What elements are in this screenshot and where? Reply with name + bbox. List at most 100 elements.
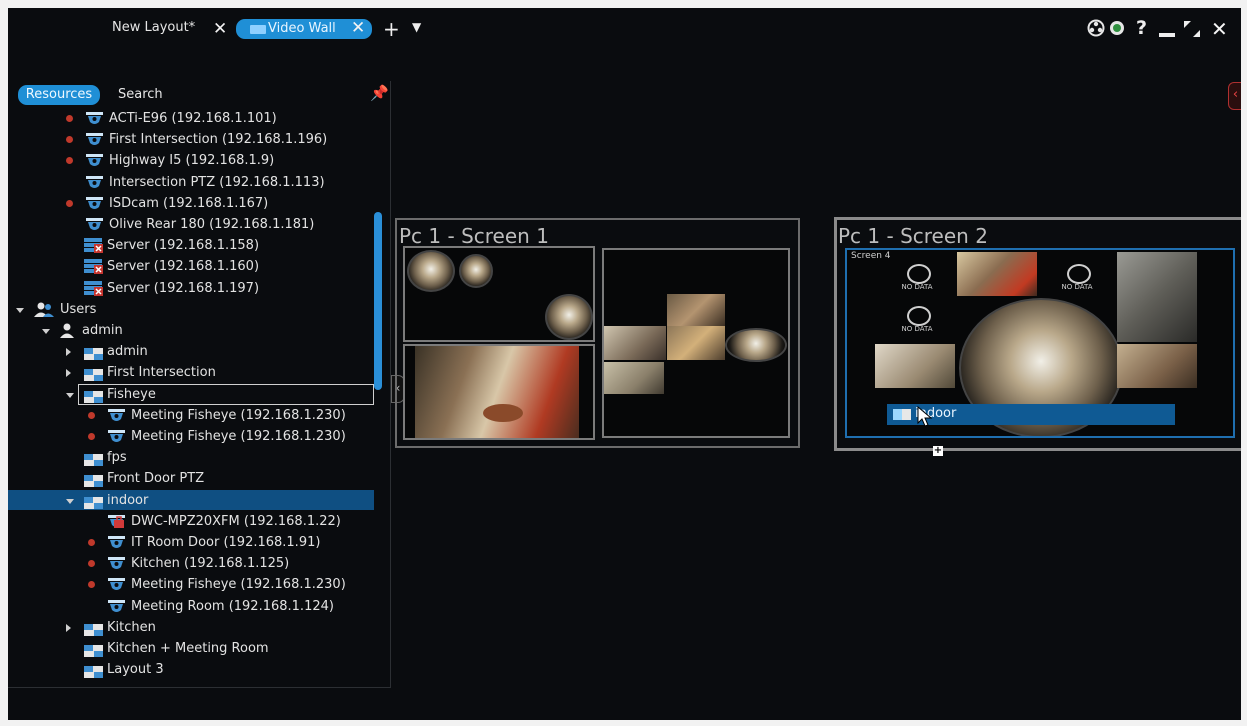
tree-item[interactable]: Olive Rear 180 (192.168.1.181)	[8, 214, 374, 235]
tree-item[interactable]: Server (192.168.1.197)	[8, 278, 374, 299]
drag-add-icon: +	[933, 445, 943, 456]
tree-item[interactable]: fps	[8, 447, 374, 468]
screen-item-layout[interactable]: Screen 4 NO DATA NO DATA NO DATA indoor	[845, 248, 1235, 438]
close-icon[interactable]: ✕	[1211, 17, 1228, 41]
settings-icon[interactable]	[1087, 19, 1105, 37]
fullscreen-icon[interactable]	[1183, 20, 1201, 38]
right-panel-toggle-icon[interactable]: ‹	[1228, 82, 1241, 110]
tab-search[interactable]: Search	[118, 87, 163, 102]
tree-item-label: Front Door PTZ	[107, 471, 205, 487]
layout-icon	[84, 664, 103, 685]
tree-item-label: Server (192.168.1.197)	[107, 280, 260, 296]
tree-item[interactable]: indoor	[8, 489, 374, 510]
help-icon[interactable]: ?	[1136, 17, 1147, 39]
tree-item-label: Kitchen + Meeting Room	[107, 641, 269, 656]
no-data-icon	[1067, 264, 1091, 284]
tree-item[interactable]: Users	[8, 299, 374, 320]
collapse-arrow-icon[interactable]	[66, 369, 71, 378]
tab-resources[interactable]: Resources	[18, 85, 100, 105]
cursor-icon	[917, 406, 933, 427]
tree-item[interactable]: DWC-MPZ20XFM (192.168.1.22)	[8, 511, 374, 532]
tab-label: Resources	[25, 87, 93, 102]
tree-item[interactable]: Kitchen (192.168.1.125)	[8, 553, 374, 574]
tree-item[interactable]: admin	[8, 320, 374, 341]
tree-item[interactable]: First Intersection	[8, 362, 374, 383]
pin-icon[interactable]: 📌	[370, 84, 389, 102]
tree-item-label: First Intersection (192.168.1.196)	[109, 132, 328, 148]
screen-item-indoor[interactable]	[602, 248, 790, 438]
tree-item[interactable]: Meeting Fisheye (192.168.1.230)	[8, 405, 374, 426]
tree-item[interactable]: First Intersection (192.168.1.196)	[8, 129, 374, 150]
tree-item-label: Meeting Fisheye (192.168.1.230)	[131, 407, 346, 423]
status-dot	[88, 560, 95, 568]
screen-title: Pc 1 - Screen 2	[838, 224, 988, 248]
tree-item-label: Server (192.168.1.158)	[107, 238, 260, 254]
tab-label: New Layout*	[112, 20, 196, 35]
tree-item-label: Server (192.168.1.160)	[107, 259, 260, 275]
screen-item-meeting-room[interactable]	[403, 344, 595, 440]
collapse-arrow-icon[interactable]	[66, 623, 71, 632]
notifications-icon[interactable]	[1109, 20, 1125, 36]
screen-item-fisheye[interactable]	[403, 246, 595, 342]
tab-close-icon[interactable]: ✕	[213, 21, 227, 38]
tree-item[interactable]: Meeting Room (192.168.1.124)	[8, 596, 374, 617]
tree-item-label: Meeting Fisheye (192.168.1.230)	[131, 429, 346, 444]
resource-tree: ACTi-E96 (192.168.1.101) First Intersecti…	[8, 108, 374, 684]
tree-item[interactable]: IT Room Door (192.168.1.91)	[8, 532, 374, 553]
tree-item-label: admin	[82, 323, 123, 338]
tab-list-dropdown-icon[interactable]: ▼	[412, 20, 421, 34]
status-dot	[66, 157, 73, 165]
tree-item-label: Olive Rear 180 (192.168.1.181)	[109, 217, 315, 232]
tree-item[interactable]: Kitchen	[8, 617, 374, 638]
tree-item[interactable]: ISDcam (192.168.1.167)	[8, 193, 374, 214]
status-dot	[88, 433, 95, 440]
tab-video-wall[interactable]: Video Wall ✕	[236, 19, 372, 39]
no-data-label: NO DATA	[1061, 283, 1093, 291]
tree-scrollbar[interactable]	[374, 212, 382, 390]
tree-item-label: Kitchen	[107, 619, 156, 635]
minimize-icon[interactable]	[1159, 33, 1175, 37]
video-wall-screen-2[interactable]: Pc 1 - Screen 2 i Screen 4 NO DATA NO DA…	[834, 217, 1241, 456]
status-dot	[88, 539, 95, 546]
video-wall-screen-1[interactable]: Pc 1 - Screen 1	[395, 218, 800, 448]
expand-arrow-icon[interactable]	[66, 498, 74, 504]
app-window: New Layout* ✕ Video Wall ✕ + ▼ ? ✕ ‹ Res…	[8, 8, 1241, 720]
tree-item-label: First Intersection	[107, 365, 216, 381]
video-wall-tab-icon	[250, 25, 266, 34]
window-controls: ? ✕	[1087, 17, 1237, 41]
status-dot	[66, 115, 73, 122]
tree-item[interactable]: Front Door PTZ	[8, 468, 374, 489]
tree-item[interactable]: Meeting Fisheye (192.168.1.230)	[8, 426, 374, 447]
status-dot	[88, 581, 95, 589]
tree-item[interactable]: admin	[8, 341, 374, 362]
tree-item-label: Meeting Room (192.168.1.124)	[131, 598, 334, 614]
tree-item[interactable]: Layout 3	[8, 659, 374, 680]
tree-item[interactable]: Intersection PTZ (192.168.1.113)	[8, 172, 374, 193]
tree-item-label: Fisheye	[107, 386, 156, 402]
tree-item[interactable]: ACTi-E96 (192.168.1.101)	[8, 108, 374, 129]
tree-item[interactable]: Fisheye	[66, 383, 374, 405]
tree-item-label: ACTi-E96 (192.168.1.101)	[109, 111, 277, 126]
tree-item[interactable]: Server (192.168.1.158)	[8, 235, 374, 256]
tree-item[interactable]: Meeting Fisheye (192.168.1.230)	[8, 574, 374, 595]
tree-item-label: Kitchen (192.168.1.125)	[131, 556, 290, 572]
expand-arrow-icon[interactable]	[16, 307, 24, 313]
tree-item-label: Intersection PTZ (192.168.1.113)	[109, 174, 325, 190]
tree-item-label: ISDcam (192.168.1.167)	[109, 195, 269, 211]
tree-item-label: IT Room Door (192.168.1.91)	[131, 535, 321, 550]
tree-item[interactable]: Highway I5 (192.168.1.9)	[8, 150, 374, 171]
tab-new-layout[interactable]: New Layout*	[112, 20, 195, 35]
tree-item-label: DWC-MPZ20XFM (192.168.1.22)	[131, 513, 341, 529]
add-tab-icon[interactable]: +	[383, 17, 400, 41]
tree-item[interactable]: Kitchen + Meeting Room	[8, 638, 374, 659]
status-dot	[88, 411, 95, 419]
collapse-arrow-icon[interactable]	[66, 348, 71, 357]
layout-icon	[893, 409, 911, 420]
expand-arrow-icon[interactable]	[66, 392, 74, 398]
tab-label: Video Wall	[268, 21, 336, 36]
no-data-tile: NO DATA	[1057, 264, 1097, 294]
tree-item[interactable]: Server (192.168.1.160)	[8, 256, 374, 277]
tab-close-icon[interactable]: ✕	[351, 20, 365, 37]
no-data-tile: NO DATA	[897, 306, 937, 336]
expand-arrow-icon[interactable]	[42, 329, 50, 334]
